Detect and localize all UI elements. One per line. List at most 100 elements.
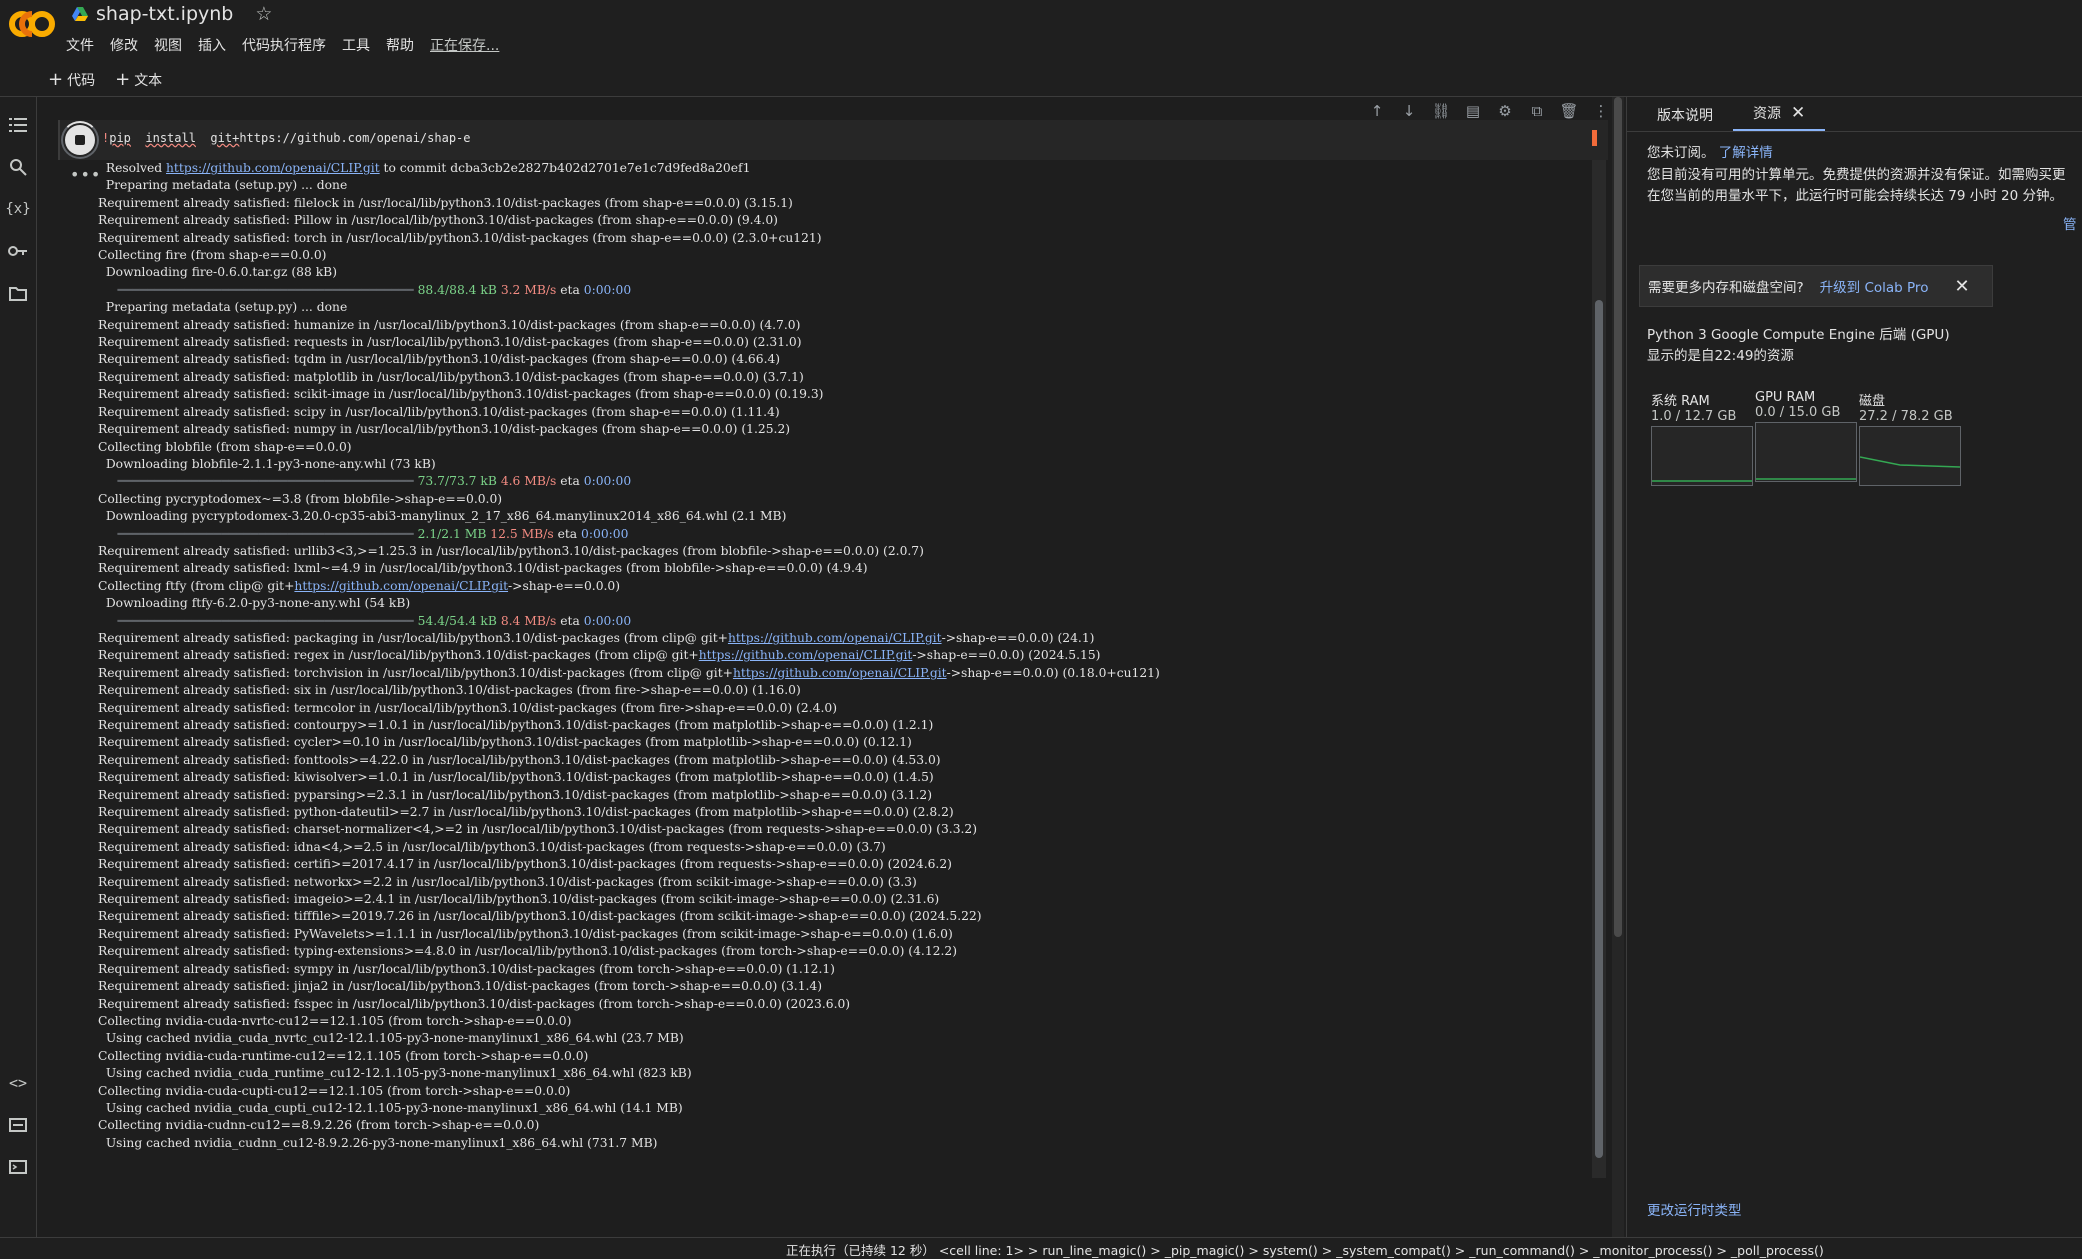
clip-repo-link[interactable]: https://github.com/openai/CLIP.git <box>294 579 508 593</box>
command-palette-icon[interactable] <box>6 1113 30 1137</box>
manage-link[interactable]: 管 <box>2063 213 2077 233</box>
add-text-button[interactable]: + 文本 <box>115 70 162 90</box>
notebook-title[interactable]: shap-txt.ipynb ☆ <box>72 3 272 25</box>
stop-execution-button[interactable] <box>65 125 95 155</box>
output-text: Collecting nvidia-cuda-cupti-cu12==12.1.… <box>98 1083 571 1098</box>
change-runtime-type-link[interactable]: 更改运行时类型 <box>1647 1199 1742 1219</box>
meter-graph <box>1755 422 1857 482</box>
add-text-label: 文本 <box>134 73 163 89</box>
output-line: Collecting blobfile (from shap-e==0.0.0) <box>98 439 1590 456</box>
menu-insert[interactable]: 插入 <box>198 35 226 55</box>
output-line: Requirement already satisfied: Pillow in… <box>98 212 1590 229</box>
output-text: Using cached nvidia_cuda_cupti_cu12-12.1… <box>98 1100 683 1115</box>
terminal-icon[interactable] <box>6 1155 30 1179</box>
code-line[interactable]: !pip install git+https://github.com/open… <box>102 131 471 145</box>
output-scrollbar[interactable] <box>1592 160 1606 1178</box>
output-text: Requirement already satisfied: networkx>… <box>98 874 917 889</box>
star-icon[interactable]: ☆ <box>255 3 272 25</box>
link-icon[interactable]: ⛓ <box>1430 100 1452 122</box>
close-icon[interactable]: ✕ <box>1791 103 1805 123</box>
output-line: Requirement already satisfied: PyWavelet… <box>98 926 1590 943</box>
top-bar: shap-txt.ipynb ☆ 文件 修改 视图 插入 代码执行程序 工具 帮… <box>0 0 2082 60</box>
progress-eta-label: eta <box>556 474 584 489</box>
output-line: Collecting nvidia-cuda-runtime-cu12==12.… <box>98 1048 1590 1065</box>
table-of-contents-icon[interactable] <box>6 113 30 137</box>
add-code-button[interactable]: + 代码 <box>48 70 95 90</box>
output-line: Requirement already satisfied: scipy in … <box>98 404 1590 421</box>
not-subscribed-text: 您未订阅。 <box>1647 145 1715 161</box>
clip-repo-link[interactable]: https://github.com/openai/CLIP.git <box>728 631 942 645</box>
output-line: Requirement already satisfied: lxml~=4.9… <box>98 560 1590 577</box>
notebook-scrollbar-thumb[interactable] <box>1614 97 1622 937</box>
upgrade-colab-pro-link[interactable]: 升级到 Colab Pro <box>1820 276 1929 296</box>
output-line: Requirement already satisfied: six in /u… <box>98 682 1590 699</box>
settings-gear-icon[interactable]: ⚙ <box>1494 100 1516 122</box>
colab-logo[interactable] <box>8 8 56 40</box>
output-text: ->shap-e==0.0.0) <box>508 578 621 593</box>
menu-file[interactable]: 文件 <box>66 35 94 55</box>
output-text: Requirement already satisfied: fsspec in… <box>98 996 851 1011</box>
progress-eta: 0:00:00 <box>581 526 629 541</box>
output-text: Requirement already satisfied: six in /u… <box>98 683 801 698</box>
close-icon[interactable]: ✕ <box>1954 276 1969 297</box>
code-snippets-icon[interactable]: <> <box>6 1071 30 1095</box>
file-name[interactable]: shap-txt.ipynb <box>96 3 233 25</box>
key-icon[interactable] <box>6 239 30 263</box>
menu-runtime[interactable]: 代码执行程序 <box>242 35 326 55</box>
output-text: to commit dcba3cb2e2827b402d2701e7e1c7d9… <box>379 161 751 175</box>
mirror-cell-icon[interactable]: ⧉ <box>1526 100 1548 122</box>
executing-marker <box>1592 130 1597 146</box>
output-line: Requirement already satisfied: tifffile>… <box>98 908 1590 925</box>
output-text: Requirement already satisfied: regex in … <box>98 648 699 663</box>
learn-more-link[interactable]: 了解详情 <box>1719 145 1773 161</box>
output-line: Collecting ftfy (from clip@ git+https://… <box>98 578 1590 595</box>
clip-repo-link[interactable]: https://github.com/openai/CLIP.git <box>166 161 380 175</box>
output-line: Requirement already satisfied: charset-n… <box>98 821 1590 838</box>
tab-release-notes[interactable]: 版本说明 <box>1637 97 1733 131</box>
move-down-icon[interactable]: ↓ <box>1398 100 1420 122</box>
gpu-ram-meter: GPU RAM 0.0 / 15.0 GB <box>1755 390 1857 482</box>
folder-icon[interactable] <box>6 281 30 305</box>
output-actions-icon[interactable]: ••• <box>70 165 101 184</box>
menu-help[interactable]: 帮助 <box>386 35 414 55</box>
output-scrollbar-thumb[interactable] <box>1595 300 1603 1158</box>
clip-repo-link[interactable]: https://github.com/openai/CLIP.git <box>699 648 913 662</box>
progress-eta-label: eta <box>556 613 584 628</box>
menu-tools[interactable]: 工具 <box>342 35 370 55</box>
progress-eta: 0:00:00 <box>583 474 632 489</box>
upsell-banner: 需要更多内存和磁盘空间? 升级到 Colab Pro ✕ <box>1639 265 1993 307</box>
output-text: Requirement already satisfied: charset-n… <box>98 822 978 837</box>
output-text: Requirement already satisfied: matplotli… <box>98 369 804 384</box>
menu-view[interactable]: 视图 <box>154 35 182 55</box>
output-line: Requirement already satisfied: torch in … <box>98 230 1590 247</box>
subscription-status: 您未订阅。 了解详情 <box>1647 141 1773 161</box>
cell-toolbar: ↑ ↓ ⛓ ▤ ⚙ ⧉ 🗑 ⋮ <box>1366 100 1612 122</box>
output-text: Requirement already satisfied: pyparsing… <box>98 787 933 802</box>
tab-resources-label: 资源 <box>1753 106 1781 122</box>
meter-graph <box>1651 426 1753 486</box>
output-text: Collecting ftfy (from clip@ git+ <box>98 578 295 593</box>
output-line: Downloading ftfy-6.2.0-py3-none-any.whl … <box>98 595 1590 612</box>
more-vert-icon[interactable]: ⋮ <box>1590 100 1612 122</box>
output-text: Using cached nvidia_cuda_nvrtc_cu12-12.1… <box>98 1031 684 1046</box>
notebook-scrollbar[interactable] <box>1612 97 1624 1237</box>
search-icon[interactable] <box>6 155 30 179</box>
comment-icon[interactable]: ▤ <box>1462 100 1484 122</box>
output-text: Requirement already satisfied: humanize … <box>98 317 801 332</box>
menu-edit[interactable]: 修改 <box>110 35 138 55</box>
move-up-icon[interactable]: ↑ <box>1366 100 1388 122</box>
delete-icon[interactable]: 🗑 <box>1558 100 1580 122</box>
clip-repo-link[interactable]: https://github.com/openai/CLIP.git <box>733 666 947 680</box>
output-line: ━━━━━━━━━━━━━━━━━━━━━━━━━━━━━━━━━━━━━━━━… <box>98 526 1590 543</box>
code-url: https://github.com/openai/shap-e <box>239 131 471 145</box>
progress-bar: ━━━━━━━━━━━━━━━━━━━━━━━━━━━━━━━━━━━━━━━━ <box>98 474 418 489</box>
saving-status[interactable]: 正在保存... <box>430 35 499 55</box>
output-text: Collecting fire (from shap-e==0.0.0) <box>98 248 327 263</box>
output-line: Preparing metadata (setup.py) ... done <box>98 177 1590 194</box>
tab-resources[interactable]: 资源 ✕ <box>1733 97 1826 131</box>
output-text: Requirement already satisfied: imageio>=… <box>98 892 940 907</box>
progress-speed: 3.2 MB/s <box>496 282 557 297</box>
output-line: Using cached nvidia_cudnn_cu12-8.9.2.26-… <box>98 1135 1590 1152</box>
variables-icon[interactable]: {x} <box>5 197 30 221</box>
output-text: ->shap-e==0.0.0) (2024.5.15) <box>912 648 1101 663</box>
